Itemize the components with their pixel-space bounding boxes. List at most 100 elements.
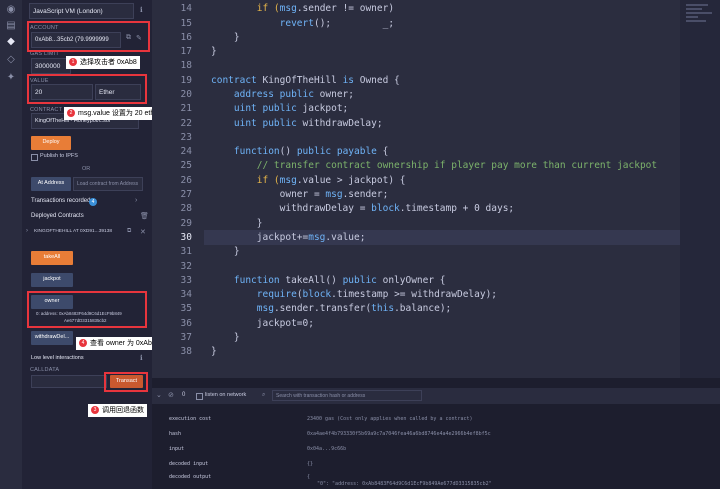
line-number: 28 [180,203,192,214]
search-icon: ⌕ [262,392,266,398]
annotation-2: 2 msg.value 设置为 20 eth [64,107,158,120]
line-number: 36 [180,318,192,329]
line-number: 15 [180,18,192,29]
low-level-info-icon[interactable]: ℹ [140,354,143,362]
icon-sidebar: ◉ ▤ ◆ ◇ ✦ [0,0,22,489]
annotation-3: 3 调用回退函数 [88,404,147,417]
line-number: 20 [180,89,192,100]
code-line-26: if (msg.value > jackpot) { [211,175,406,186]
clear-console-icon[interactable]: ⊘ [168,391,174,399]
low-level-label: Low level interactions [31,355,84,361]
environment-info-icon[interactable]: ℹ [140,6,143,14]
line-number: 27 [180,189,192,200]
pending-count: 0 [182,392,186,398]
line-number: 22 [180,118,192,129]
terminal-toolbar: ⌄ ⊘ 0 listen on network ⌕ Search with tr… [152,388,720,404]
withdrawdelay-button[interactable]: withdrawDel... [31,331,73,345]
line-number: 33 [180,275,192,286]
line-number: 30 [180,232,192,243]
terminal-row-key: execution cost [169,416,212,422]
transactions-count-badge: 4 [89,198,97,206]
line-number: 26 [180,175,192,186]
line-number: 16 [180,32,192,43]
or-divider: OR [82,166,91,172]
load-contract-input[interactable]: Load contract from Address [73,177,143,191]
code-line-29: } [211,218,263,229]
code-line-34: require(block.timestamp >= withdrawDelay… [256,289,498,300]
home-icon[interactable]: ◉ [5,4,17,16]
terminal-panel: ⌄ ⊘ 0 listen on network ⌕ Search with tr… [152,378,720,489]
code-line-16: } [211,32,240,43]
code-line-17: } [211,46,217,57]
calldata-input[interactable] [31,375,107,388]
code-line-37: } [211,332,240,343]
compiler-icon[interactable]: ◇ [5,54,17,66]
terminal-row-value: {} [307,461,314,467]
line-number: 23 [180,132,192,143]
code-line-22: uint public withdrawDelay; [211,118,383,129]
code-line-25: // transfer contract ownership if player… [211,160,658,171]
annotation-1: 1 选择攻击者 0xAb8 [66,56,140,69]
code-line-35: msg.sender.transfer(this.balance); [256,303,452,314]
trash-icon[interactable]: 🗑 [140,212,149,220]
terminal-row-value: { [307,474,311,480]
close-instance-icon[interactable]: ✕ [140,228,146,236]
value-highlight [27,74,147,104]
line-number: 37 [180,332,192,343]
takeall-button[interactable]: takeAll [31,251,73,265]
code-line-38: } [211,346,217,357]
code-line-19: contract KingOfTheHill is Owned { [211,75,400,86]
gas-limit-input[interactable]: 3000000 [31,58,71,74]
contract-instance-label[interactable]: KINGOFTHEHILL AT 0XD91...39138 [34,229,112,234]
code-line-27: owner = msg.sender; [211,189,389,200]
code-line-15: revert(); _; [279,18,395,29]
calldata-label: CALLDATA [30,367,60,373]
jackpot-button[interactable]: jackpot [31,273,73,287]
listen-checkbox[interactable] [196,393,203,400]
publish-checkbox[interactable] [31,154,38,161]
code-minimap[interactable] [680,0,720,378]
copy-address-icon[interactable]: ⧉ [127,228,131,235]
publish-label: Publish to IPFS [40,153,78,159]
terminal-row-value: 23400 gas (Cost only applies when called… [307,416,473,422]
plugin-icon[interactable]: ✦ [5,72,17,84]
deploy-icon[interactable]: ◆ [5,36,17,48]
deployed-contracts-label: Deployed Contracts [31,213,84,219]
terminal-row-value: 0xa4ae4f4b793330f5b69a9c7a7046fea46a6bd8… [307,431,491,437]
line-number: 32 [180,261,192,272]
terminal-row-value: "0": "address: 0xAb8483F64d9C6d1EcF9b849… [317,481,492,487]
line-number: 17 [180,46,192,57]
line-number: 35 [180,303,192,314]
owner-highlight [27,291,147,328]
code-editor[interactable]: 14 15 16 17 18 19 20 21 22 23 24 25 26 2… [152,0,680,378]
file-explorer-icon[interactable]: ▤ [5,20,17,32]
at-address-button[interactable]: At Address [31,177,71,191]
line-number: 21 [180,103,192,114]
line-number: 18 [180,60,192,71]
terminal-row-key: decoded output [169,474,212,480]
line-number: 19 [180,75,192,86]
code-line-21: uint public jackpot; [211,103,349,114]
line-number: 38 [180,346,192,357]
code-line-31: } [211,246,240,257]
terminal-search-input[interactable]: Search with transaction hash or address [272,390,422,401]
account-highlight [27,21,150,52]
terminal-row-key: input [169,446,185,452]
code-line-14: if (msg.sender != owner) [211,3,395,14]
code-line-28: withdrawDelay = block.timestamp + 0 days… [211,203,515,214]
code-line-30: jackpot+=msg.value; [211,232,366,243]
environment-select[interactable]: JavaScript VM (London) [29,3,134,19]
deploy-button[interactable]: Deploy [31,136,71,150]
listen-label: listen on network [205,392,247,398]
collapse-icon[interactable]: › [26,228,28,234]
chevron-right-icon[interactable]: › [135,197,137,204]
code-line-33: function takeAll() public onlyOwner { [211,275,446,286]
terminal-row-key: decoded input [169,461,209,467]
collapse-terminal-icon[interactable]: ⌄ [156,391,162,399]
line-number-gutter: 14 15 16 17 18 19 20 21 22 23 24 25 26 2… [152,0,204,378]
transactions-recorded-label[interactable]: Transactions recorded [31,198,90,204]
code-line-36: jackpot=0; [211,318,314,329]
line-number: 25 [180,160,192,171]
transact-highlight [104,372,148,392]
line-number: 14 [180,3,192,14]
